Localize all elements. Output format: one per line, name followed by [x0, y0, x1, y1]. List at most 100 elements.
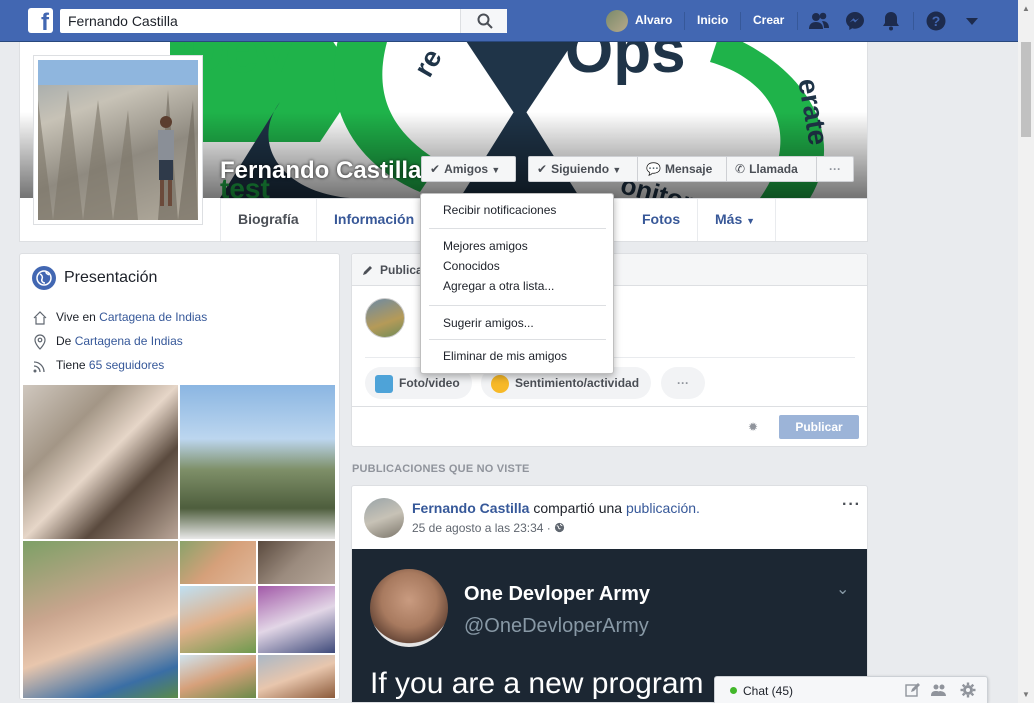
chat-label: Chat (45): [743, 684, 794, 698]
photo-thumbnail[interactable]: [258, 655, 335, 698]
from-link[interactable]: Cartagena de Indias: [75, 334, 183, 348]
messenger-icon: 💬: [646, 162, 661, 176]
following-button-label: Siguiendo: [551, 162, 610, 176]
create-link[interactable]: Crear: [753, 13, 784, 27]
nav-divider: [913, 12, 914, 30]
home-icon: [33, 311, 47, 325]
lives-in-prefix: Vive en: [56, 310, 96, 325]
following-button[interactable]: ✔ Siguiendo ▼: [528, 156, 638, 182]
photo-thumbnail[interactable]: [23, 385, 178, 539]
nav-divider: [797, 12, 798, 30]
photo-thumbnail[interactable]: [258, 541, 335, 584]
photo-thumbnail[interactable]: [180, 385, 335, 539]
menu-item-receive-notifications[interactable]: Recibir notificaciones: [443, 203, 556, 217]
call-button[interactable]: ✆ Llamada: [726, 156, 817, 182]
intro-followers: Tiene 65 seguidores: [32, 358, 164, 374]
menu-item-unfriend[interactable]: Eliminar de mis amigos: [443, 349, 567, 363]
photo-thumbnail[interactable]: [180, 655, 256, 698]
profile-picture[interactable]: [33, 55, 203, 225]
tab-mas[interactable]: Más ▼: [698, 199, 776, 241]
public-globe-icon: [555, 522, 565, 533]
photo-video-label: Foto/video: [399, 376, 460, 390]
from-prefix: De: [56, 334, 72, 349]
tweet-avatar: [370, 569, 448, 647]
post-author-avatar[interactable]: [364, 498, 404, 538]
menu-item-add-to-list[interactable]: Agregar a otra lista...: [443, 279, 554, 293]
photo-thumbnail[interactable]: [180, 586, 256, 653]
post-header: Fernando Castilla compartió una publicac…: [412, 500, 700, 516]
online-status-dot: [730, 687, 737, 694]
composer-header-label: Publica: [380, 263, 423, 277]
user-profile-link[interactable]: Alvaro: [635, 13, 672, 27]
svg-text:?: ?: [932, 13, 941, 29]
post-options-button[interactable]: ···: [842, 496, 861, 514]
message-button[interactable]: 💬 Mensaje: [637, 156, 727, 182]
scrollbar-thumb[interactable]: [1021, 42, 1031, 137]
composer-more-button[interactable]: ···: [661, 367, 705, 399]
publish-button[interactable]: Publicar: [779, 415, 859, 439]
scroll-down-arrow-icon[interactable]: ▼: [1022, 690, 1030, 699]
friends-button-label: Amigos: [444, 162, 489, 176]
tweet-text: If you are a new program: [370, 667, 704, 700]
photo-thumbnail[interactable]: [258, 586, 335, 653]
feeling-activity-label: Sentimiento/actividad: [515, 376, 640, 390]
nav-divider: [740, 12, 741, 30]
account-menu-caret-icon[interactable]: [961, 10, 983, 32]
chevron-down-icon: ⌄: [836, 581, 850, 598]
friend-requests-icon[interactable]: [808, 10, 830, 32]
facebook-logo-icon[interactable]: f: [28, 8, 53, 33]
post-timestamp[interactable]: 25 de agosto a las 23:34 ·: [412, 521, 565, 535]
chat-settings-gear-icon[interactable]: [960, 682, 976, 698]
photo-thumbnail[interactable]: [23, 541, 178, 698]
page-scrollbar[interactable]: ▲ ▼: [1018, 0, 1034, 703]
tweet-author-name: One Devloper Army: [464, 583, 650, 605]
photo-thumbnail[interactable]: [180, 541, 256, 584]
user-avatar[interactable]: [606, 10, 628, 32]
settings-gear-icon[interactable]: ✹: [748, 420, 758, 434]
scroll-up-arrow-icon[interactable]: ▲: [1022, 4, 1030, 13]
notifications-bell-icon[interactable]: [880, 10, 902, 32]
tweet-handle: @OneDevloperArmy: [464, 615, 649, 637]
post-shared-link[interactable]: publicación.: [626, 500, 700, 516]
intro-lives-in: Vive en Cartagena de Indias: [32, 310, 207, 326]
followers-prefix: Tiene: [56, 358, 86, 373]
chat-bar[interactable]: Chat (45): [714, 676, 988, 703]
compose-message-icon[interactable]: [905, 682, 921, 698]
messenger-icon[interactable]: [844, 10, 866, 32]
menu-item-suggest-friends[interactable]: Sugerir amigos...: [443, 316, 534, 330]
menu-item-acquaintances[interactable]: Conocidos: [443, 259, 500, 273]
photo-icon: [375, 375, 393, 393]
tab-biografia[interactable]: Biografía: [220, 199, 317, 241]
help-icon[interactable]: ?: [925, 10, 947, 32]
banner-word-ops: Ops: [565, 42, 686, 86]
profile-name[interactable]: Fernando Castilla: [220, 157, 421, 185]
rss-icon: [33, 361, 45, 373]
nav-divider: [684, 12, 685, 30]
call-button-label: Llamada: [749, 162, 798, 176]
search-button[interactable]: [460, 9, 507, 33]
menu-divider: [429, 228, 606, 229]
tab-mas-label: Más: [715, 211, 743, 227]
pencil-icon: [363, 266, 372, 275]
tab-fotos[interactable]: Fotos: [625, 199, 698, 241]
composer-user-avatar: [365, 298, 405, 338]
checkmark-icon: ✔: [537, 162, 548, 176]
location-pin-icon: [34, 334, 46, 350]
home-link[interactable]: Inicio: [697, 13, 728, 27]
lives-in-link[interactable]: Cartagena de Indias: [99, 310, 207, 324]
menu-item-close-friends[interactable]: Mejores amigos: [443, 239, 528, 253]
intro-title: Presentación: [64, 269, 158, 286]
more-options-button[interactable]: ···: [816, 156, 854, 182]
tab-informacion[interactable]: Información: [317, 199, 423, 241]
post-time-text: 25 de agosto a las 23:34 ·: [412, 521, 551, 535]
feed-post: Fernando Castilla compartió una publicac…: [351, 485, 868, 703]
phone-icon: ✆: [735, 162, 746, 176]
menu-divider: [429, 339, 606, 340]
friends-button[interactable]: ✔ Amigos ▼: [421, 156, 516, 182]
checkmark-icon: ✔: [430, 162, 441, 176]
post-author-link[interactable]: Fernando Castilla: [412, 500, 529, 516]
search-input[interactable]: Fernando Castilla: [60, 9, 507, 33]
followers-link[interactable]: 65 seguidores: [89, 358, 164, 372]
create-group-icon[interactable]: [931, 682, 947, 698]
chevron-down-icon: ▼: [612, 165, 622, 175]
